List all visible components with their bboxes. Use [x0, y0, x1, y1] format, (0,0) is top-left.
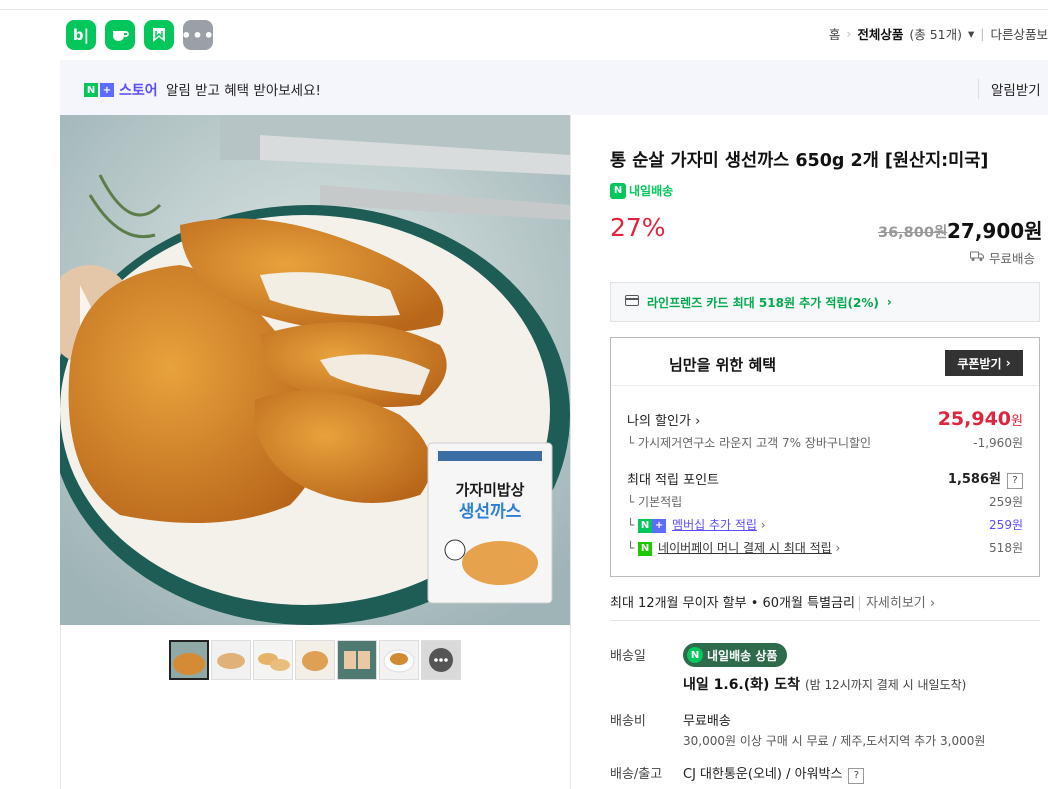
section-divider — [610, 620, 1040, 621]
cafe-icon[interactable] — [105, 20, 135, 50]
npay-icon: N — [638, 541, 653, 556]
sale-price: 27,900원 — [947, 219, 1043, 243]
chevron-down-icon[interactable]: ▾ — [968, 26, 974, 41]
breadcrumb-count: (총 51개) — [909, 27, 962, 42]
tomorrow-delivery-badge: N 내일배송 — [610, 182, 673, 199]
my-price-value: 25,940원 — [937, 408, 1023, 430]
membership-points-label[interactable]: └ N + 멤버십 추가 적립 › — [627, 516, 766, 533]
thumbnail[interactable] — [295, 640, 335, 680]
installment-detail-link[interactable]: 자세히보기 › — [858, 596, 936, 611]
top-divider — [0, 0, 1048, 10]
arrival-info: 내일 1.6.(화) 도착 (밤 12시까지 결제 시 내일도착) — [683, 677, 967, 693]
breadcrumb: 홈 › 전체상품 (총 51개) ▾ | 다른상품보 — [829, 24, 1048, 43]
card-benefit-text: 라인프렌즈 카드 최대 518원 추가 적립(2%) — [647, 295, 879, 310]
tomorrow-delivery-pill: N 내일배송 상품 — [683, 643, 788, 667]
breadcrumb-separator: › — [846, 26, 852, 41]
chevron-right-icon: › — [886, 295, 892, 309]
npay-points-value: 518원 — [989, 541, 1023, 555]
n-icon: N — [84, 83, 98, 97]
nplus-store-logo: N + 스토어 — [84, 80, 158, 100]
svg-text:가자미밥상: 가자미밥상 — [455, 481, 524, 499]
basic-points-label: └ 기본적립 — [627, 495, 683, 509]
svg-text:생선까스: 생선까스 — [459, 502, 522, 522]
installment-text: 최대 12개월 무이자 할부 • 60개월 특별금리 — [610, 596, 855, 611]
truck-icon — [970, 250, 984, 265]
help-icon[interactable]: ? — [848, 768, 865, 784]
breadcrumb-home[interactable]: 홈 — [829, 24, 841, 43]
shipping-fee-note: 30,000원 이상 구매 시 무료 / 제주,도서지역 추가 3,000원 — [683, 734, 986, 748]
breadcrumb-other-products[interactable]: 다른상품보 — [990, 24, 1048, 43]
shipping-fee-label: 배송비 — [610, 714, 646, 729]
courier-value: CJ 대한통운(오네) / 아워박스? — [683, 763, 865, 784]
courier-label: 배송/출고 — [610, 767, 663, 782]
delivery-n-icon: N — [610, 182, 626, 199]
card-benefit-bar[interactable]: 라인프렌즈 카드 최대 518원 추가 적립(2%) › — [610, 282, 1040, 322]
delivery-badge-label: 내일배송 — [629, 184, 674, 198]
plus-icon: + — [652, 518, 667, 533]
npay-points-label[interactable]: └ N 네이버페이 머니 결제 시 최대 적립 › — [627, 539, 840, 556]
my-price-row: 나의 할인가 › 25,940원 — [627, 408, 1023, 430]
discount-rate: 27% — [610, 213, 666, 242]
benefit-title: 님만을 위한 혜택 — [669, 356, 777, 374]
arrival-note: (밤 12시까지 결제 시 내일도착) — [804, 678, 967, 692]
pill-label: 내일배송 상품 — [707, 648, 778, 663]
breadcrumb-all-products[interactable]: 전체상품 — [857, 24, 903, 43]
card-icon — [625, 295, 639, 309]
product-main-image: 가자미밥상 생선까스 — [60, 115, 570, 625]
app-icons: b| ••• — [66, 20, 214, 50]
left-border — [60, 625, 61, 789]
thumbnail[interactable] — [337, 640, 377, 680]
thumbnail[interactable] — [379, 640, 419, 680]
discount-detail-label: └ 가시제거연구소 라운지 고객 7% 장바구니할인 — [627, 436, 872, 450]
coupon-button[interactable]: 쿠폰받기 › — [945, 350, 1023, 376]
store-label: 스토어 — [119, 83, 158, 99]
n-icon: N — [638, 518, 653, 533]
more-thumbnails-icon[interactable] — [421, 640, 461, 680]
shipping-fee-value: 무료배송 — [683, 714, 731, 729]
bookmark-icon[interactable] — [144, 20, 174, 50]
free-shipping-label: 무료배송 — [989, 251, 1036, 266]
membership-points-value: 259원 — [989, 518, 1023, 532]
blog-icon[interactable]: b| — [66, 20, 96, 50]
breadcrumb-divider: | — [980, 26, 985, 41]
thumbnail-strip — [169, 640, 461, 680]
notification-banner: N + 스토어 알림 받고 혜택 받아보세요! 알림받기 — [60, 60, 1048, 115]
basic-points-row: └ 기본적립 259원 — [627, 493, 1023, 510]
delivery-date-label: 배송일 — [610, 649, 646, 664]
npay-points-row: └ N 네이버페이 머니 결제 시 최대 적립 › 518원 — [627, 539, 1023, 556]
basic-points-value: 259원 — [989, 495, 1023, 509]
thumbnail[interactable] — [211, 640, 251, 680]
more-apps-icon[interactable]: ••• — [181, 20, 214, 50]
product-title: 통 순살 가자미 생선까스 650g 2개 [원산지:미국] — [610, 151, 989, 171]
membership-points-row: └ N + 멤버십 추가 적립 › 259원 — [627, 516, 1023, 533]
benefit-header: 님만을 위한 혜택 쿠폰받기 › — [611, 338, 1039, 386]
original-price: 36,800원 — [878, 225, 948, 241]
plus-icon: + — [100, 83, 114, 97]
points-row: 최대 적립 포인트 1,586원? — [627, 468, 1023, 489]
n-icon: N — [687, 647, 703, 663]
points-value: 1,586원? — [948, 468, 1023, 489]
alarm-button[interactable]: 알림받기 — [978, 79, 1041, 99]
benefit-box: 님만을 위한 혜택 쿠폰받기 › 나의 할인가 › 25,940원 └ 가시제거… — [610, 337, 1040, 577]
points-label: 최대 적립 포인트 — [627, 473, 719, 488]
discount-detail-value: -1,960원 — [973, 436, 1023, 450]
banner-message: 알림 받고 혜택 받아보세요! — [166, 83, 321, 99]
help-icon[interactable]: ? — [1007, 473, 1023, 489]
installment-info: 최대 12개월 무이자 할부 • 60개월 특별금리 자세히보기 › — [610, 592, 936, 611]
column-divider — [570, 115, 571, 789]
free-shipping: 무료배송 — [970, 248, 1035, 267]
my-price-label[interactable]: 나의 할인가 › — [627, 410, 700, 429]
thumbnail[interactable] — [169, 640, 209, 680]
thumbnail[interactable] — [253, 640, 293, 680]
discount-detail-row: └ 가시제거연구소 라운지 고객 7% 장바구니할인 -1,960원 — [627, 434, 1023, 451]
